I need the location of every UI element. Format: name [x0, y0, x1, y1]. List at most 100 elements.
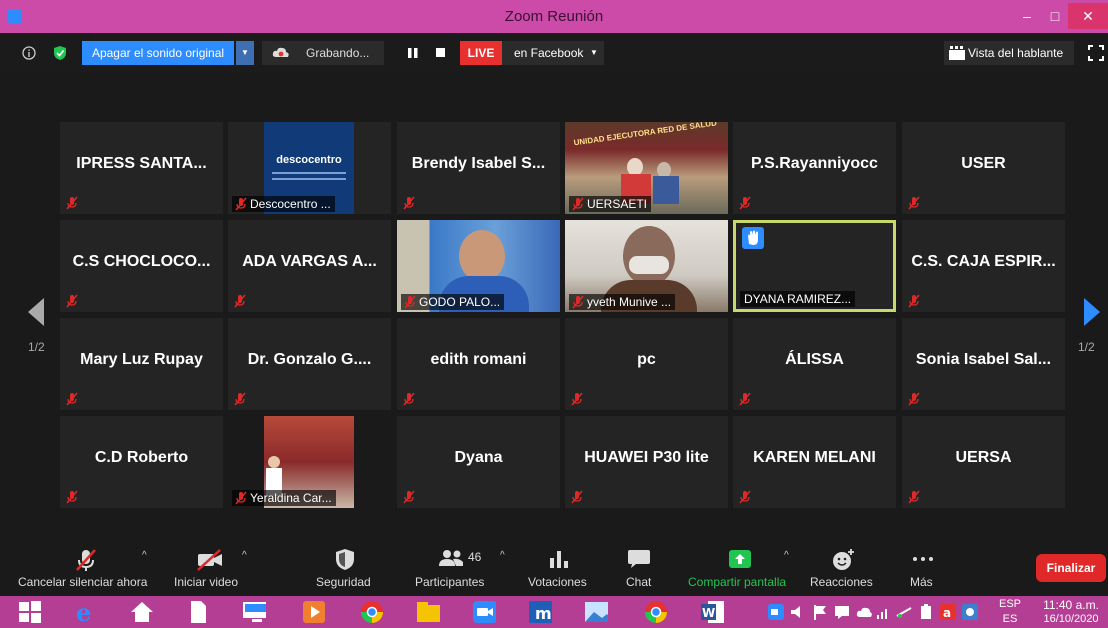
- photos-app-icon[interactable]: [584, 600, 608, 624]
- participant-tile[interactable]: KAREN MELANI: [733, 416, 896, 508]
- windows-start-icon[interactable]: [18, 600, 42, 624]
- participant-tile[interactable]: UNIDAD EJECUTORA RED DE SALUD UERSAETI: [565, 122, 728, 214]
- security-shield-icon[interactable]: [334, 548, 356, 572]
- maximize-button[interactable]: □: [1040, 3, 1070, 29]
- recording-indicator[interactable]: Grabando...: [262, 41, 384, 65]
- end-meeting-button[interactable]: Finalizar: [1036, 554, 1106, 582]
- participants-count: 46: [468, 550, 482, 564]
- participant-tile[interactable]: UERSA: [902, 416, 1065, 508]
- participant-tile[interactable]: GODO PALO...: [397, 220, 560, 312]
- app-tray-icon[interactable]: [962, 604, 986, 628]
- zoom-taskbar-icon[interactable]: [472, 600, 496, 624]
- participant-tile[interactable]: ÁLISSA: [733, 318, 896, 410]
- chrome-icon-2[interactable]: [644, 600, 668, 624]
- zoom-tray-icon[interactable]: [768, 604, 792, 628]
- reactions-icon[interactable]: [832, 548, 856, 572]
- participant-tile[interactable]: edith romani: [397, 318, 560, 410]
- page-indicator-left: 1/2: [28, 340, 45, 354]
- participant-tile[interactable]: Brendy Isabel S...: [397, 122, 560, 214]
- participant-tile[interactable]: Dr. Gonzalo G....: [228, 318, 391, 410]
- participant-tile[interactable]: C.D Roberto: [60, 416, 223, 508]
- participant-tile[interactable]: HUAWEI P30 lite: [565, 416, 728, 508]
- pause-icon[interactable]: [408, 48, 418, 58]
- speaker-volume-icon[interactable]: [790, 604, 814, 628]
- share-screen-button[interactable]: Compartir pantalla: [688, 575, 786, 589]
- chat-button[interactable]: Chat: [626, 575, 651, 589]
- meeting-app-icon[interactable]: m: [528, 600, 552, 624]
- speaker-view-button[interactable]: Vista del hablante: [944, 41, 1074, 65]
- network-tray-icon[interactable]: [896, 604, 920, 628]
- participant-tile[interactable]: C.S CHOCLOCO...: [60, 220, 223, 312]
- antivirus-tray-icon[interactable]: a: [940, 604, 964, 628]
- document-icon[interactable]: [186, 600, 210, 624]
- participant-name: Mary Luz Rupay: [80, 351, 203, 368]
- meeting-top-bar: Apagar el sonido original ▼ Grabando... …: [0, 33, 1108, 73]
- language-indicator[interactable]: ESP: [996, 598, 1024, 610]
- chrome-icon[interactable]: [360, 600, 384, 624]
- audio-options-chevron[interactable]: ^: [142, 550, 147, 561]
- more-button[interactable]: Más: [910, 575, 933, 589]
- participants-options-chevron[interactable]: ^: [500, 550, 505, 561]
- mute-original-audio-button[interactable]: Apagar el sonido original: [82, 41, 234, 65]
- participant-tile[interactable]: Yeraldina Car...: [228, 416, 391, 508]
- chat-icon[interactable]: [627, 548, 651, 570]
- chat-tray-icon[interactable]: [834, 604, 858, 628]
- stop-icon[interactable]: [436, 48, 446, 58]
- participant-tile[interactable]: Dyana: [397, 416, 560, 508]
- polls-icon[interactable]: [548, 548, 570, 570]
- clock-time[interactable]: 11:40 a.m.: [1036, 598, 1106, 612]
- video-options-chevron[interactable]: ^: [242, 550, 247, 561]
- participant-tile[interactable]: USER: [902, 122, 1065, 214]
- share-options-chevron[interactable]: ^: [784, 550, 789, 561]
- file-explorer-icon[interactable]: [416, 600, 440, 624]
- participant-tile[interactable]: P.S.Rayanniyocc: [733, 122, 896, 214]
- info-icon[interactable]: [22, 46, 36, 60]
- next-page-arrow[interactable]: [1082, 296, 1102, 331]
- participant-tile[interactable]: pc: [565, 318, 728, 410]
- muted-mic-icon: [234, 294, 246, 308]
- monitor-app-icon[interactable]: [242, 600, 266, 624]
- fullscreen-icon[interactable]: [1088, 45, 1104, 61]
- participant-tile[interactable]: ADA VARGAS A...: [228, 220, 391, 312]
- security-button[interactable]: Seguridad: [316, 575, 371, 589]
- start-video-button[interactable]: Iniciar video: [174, 575, 238, 589]
- svg-text:a: a: [943, 606, 951, 620]
- participants-icon[interactable]: [438, 548, 466, 570]
- participant-label: yveth Munive ...: [587, 295, 672, 309]
- flag-icon[interactable]: [812, 604, 836, 628]
- participant-name: C.S CHOCLOCO...: [72, 253, 211, 270]
- participant-tile[interactable]: DYANA RAMIREZ...: [733, 220, 896, 312]
- participant-name: UERSA: [955, 449, 1012, 466]
- internet-explorer-icon[interactable]: e: [74, 600, 98, 624]
- clock-date[interactable]: 16/10/2020: [1036, 613, 1106, 625]
- word-icon[interactable]: W: [700, 600, 724, 624]
- video-off-icon[interactable]: [196, 548, 224, 572]
- muted-mic-icon: [908, 196, 920, 210]
- participant-tile[interactable]: Sonia Isabel Sal...: [902, 318, 1065, 410]
- participant-tile[interactable]: Mary Luz Rupay: [60, 318, 223, 410]
- participant-tile[interactable]: C.S. CAJA ESPIR...: [902, 220, 1065, 312]
- minimize-button[interactable]: –: [1012, 3, 1042, 29]
- chevron-left-icon[interactable]: [26, 296, 46, 328]
- reactions-button[interactable]: Reacciones: [810, 575, 873, 589]
- share-screen-icon[interactable]: [728, 548, 752, 570]
- more-dots-icon[interactable]: [912, 556, 934, 562]
- polls-button[interactable]: Votaciones: [528, 575, 587, 589]
- live-stream-indicator[interactable]: LIVE en Facebook ▼: [460, 41, 604, 65]
- prev-page-arrow[interactable]: [26, 296, 46, 331]
- home-icon[interactable]: [130, 600, 154, 624]
- unmute-button[interactable]: Cancelar silenciar ahora: [18, 575, 147, 589]
- mute-original-dropdown[interactable]: ▼: [236, 41, 254, 65]
- participant-tile[interactable]: IPRESS SANTA...: [60, 122, 223, 214]
- battery-tray-icon[interactable]: [918, 604, 942, 628]
- media-player-icon[interactable]: [302, 600, 326, 624]
- keyboard-indicator[interactable]: ES: [996, 613, 1024, 625]
- muted-mic-icon: [235, 491, 247, 505]
- muted-mic-icon[interactable]: [74, 548, 98, 572]
- participant-tile[interactable]: descocentro Descocentro ...: [228, 122, 391, 214]
- participants-button[interactable]: Participantes: [415, 575, 484, 589]
- chevron-right-icon[interactable]: [1082, 296, 1102, 328]
- participant-tile[interactable]: yveth Munive ...: [565, 220, 728, 312]
- close-button[interactable]: ✕: [1068, 3, 1108, 29]
- shield-icon[interactable]: [53, 45, 67, 61]
